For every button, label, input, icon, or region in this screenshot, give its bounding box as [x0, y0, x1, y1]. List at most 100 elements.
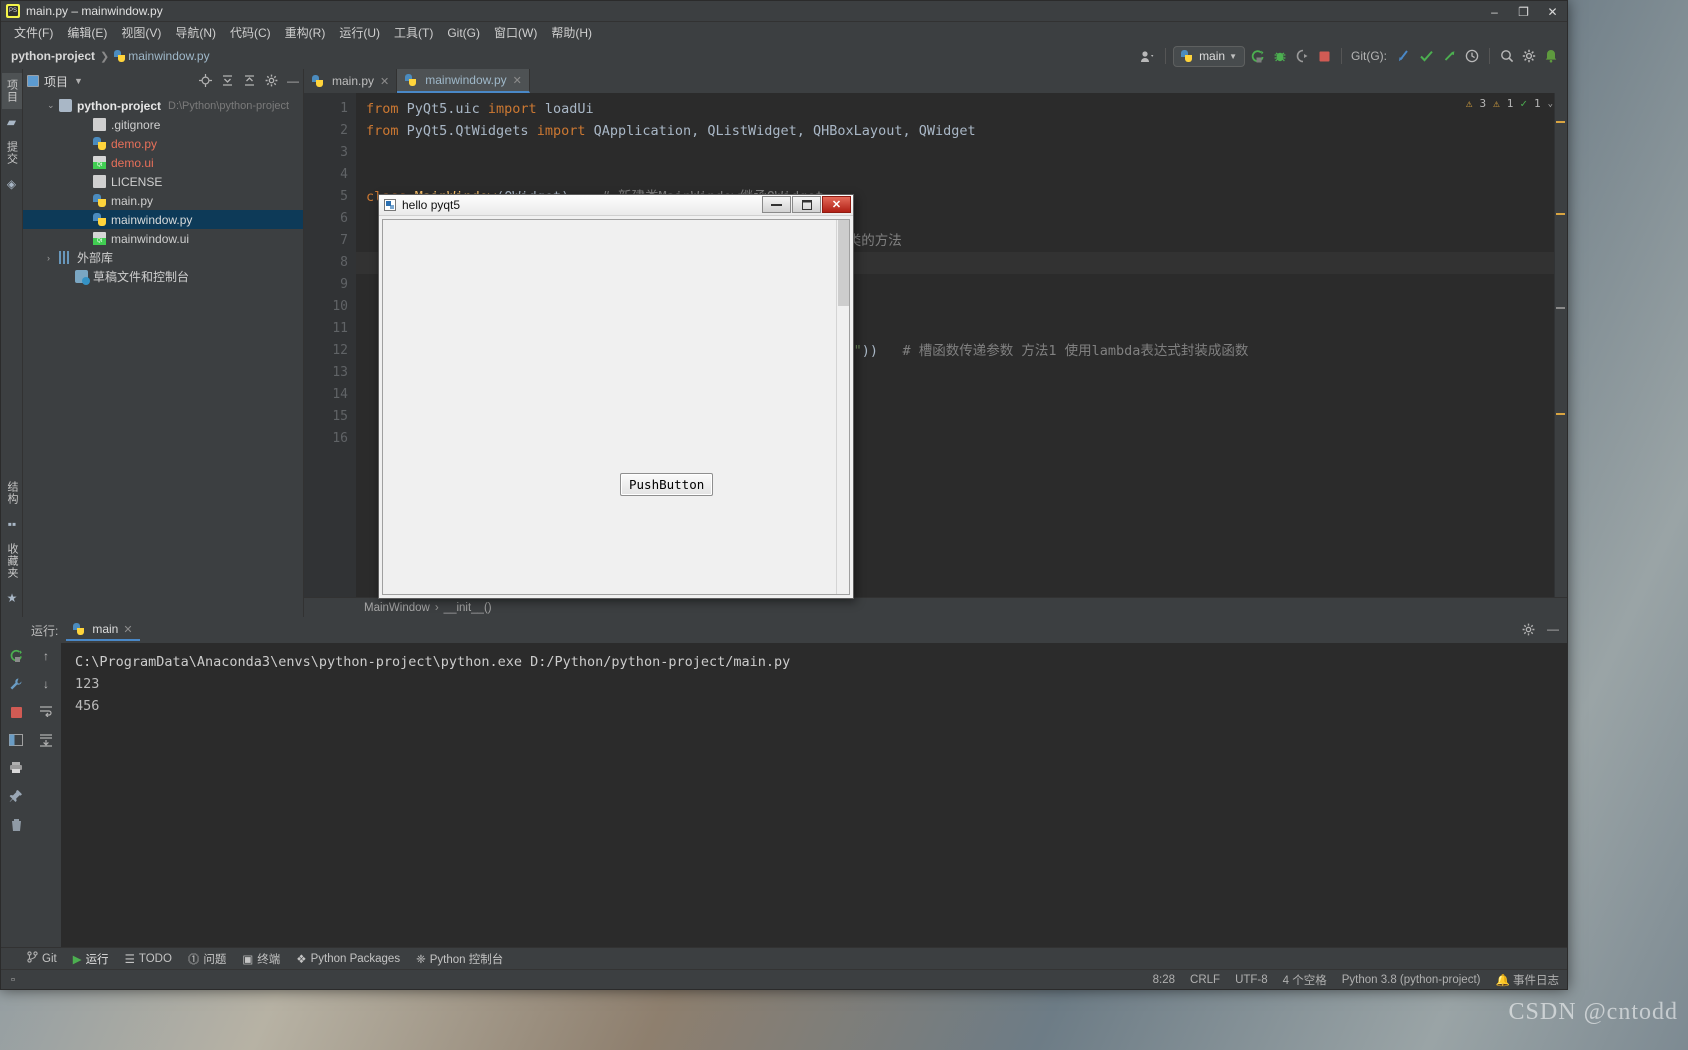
- menu-view[interactable]: 视图(V): [114, 22, 168, 43]
- grid-icon[interactable]: ▪▪: [8, 518, 17, 530]
- print-icon[interactable]: [9, 761, 23, 777]
- tool-git[interactable]: Git: [27, 951, 57, 966]
- commit-icon[interactable]: [1416, 46, 1437, 66]
- hide-panel-icon[interactable]: —: [287, 75, 299, 87]
- chevron-down-icon[interactable]: ⌄: [47, 100, 59, 111]
- menu-file[interactable]: 文件(F): [7, 22, 60, 43]
- tree-row-external-libraries[interactable]: › 外部库: [23, 248, 303, 267]
- indent-setting[interactable]: 4 个空格: [1283, 972, 1327, 988]
- python-interpreter[interactable]: Python 3.8 (python-project): [1342, 974, 1481, 986]
- push-button[interactable]: PushButton: [620, 473, 713, 496]
- locate-icon[interactable]: [199, 74, 212, 89]
- vertical-scrollbar[interactable]: [836, 220, 849, 594]
- maximize-button[interactable]: ❐: [1509, 1, 1538, 22]
- tool-terminal[interactable]: ▣ 终端: [242, 951, 280, 967]
- run-console-output[interactable]: C:\ProgramData\Anaconda3\envs\python-pro…: [61, 643, 1567, 947]
- inspection-summary[interactable]: ⚠ 3 ⚠ 1 ✓ 1 ⌄: [1466, 97, 1553, 110]
- sidebar-tab-project[interactable]: 项目: [2, 73, 22, 109]
- search-icon[interactable]: [1497, 46, 1517, 66]
- run-with-coverage-icon[interactable]: [1292, 46, 1312, 66]
- push-icon[interactable]: [1439, 46, 1460, 66]
- commit-node-icon[interactable]: ◈: [7, 178, 16, 190]
- notifications-icon[interactable]: [1541, 46, 1561, 66]
- pyqt-maximize-button[interactable]: [792, 196, 821, 213]
- tree-row-demo-ui[interactable]: demo.ui: [23, 153, 303, 172]
- gear-icon[interactable]: [265, 74, 278, 89]
- pyqt-dialog-window[interactable]: hello pyqt5 ✕ PushButton: [378, 194, 854, 599]
- list-widget[interactable]: PushButton: [383, 220, 836, 594]
- menu-run[interactable]: 运行(U): [332, 22, 387, 43]
- file-encoding[interactable]: UTF-8: [1235, 974, 1268, 986]
- chevron-down-icon[interactable]: ⌄: [1548, 99, 1553, 109]
- soft-wrap-icon[interactable]: [39, 705, 53, 720]
- breadcrumb-file[interactable]: mainwindow.py: [128, 49, 209, 63]
- breadcrumb-method[interactable]: __init__(): [444, 602, 492, 614]
- debug-icon[interactable]: [1270, 46, 1290, 66]
- gear-icon[interactable]: [1522, 623, 1535, 638]
- pin-icon[interactable]: [9, 789, 23, 806]
- hide-panel-icon[interactable]: —: [1547, 623, 1559, 638]
- folder-icon[interactable]: ▰: [7, 116, 16, 128]
- expand-all-icon[interactable]: [221, 74, 234, 89]
- pyqt-close-button[interactable]: ✕: [822, 196, 851, 213]
- sidebar-tab-structure[interactable]: 结构: [2, 475, 22, 511]
- tree-row-mainwindow-ui[interactable]: mainwindow.ui: [23, 229, 303, 248]
- tool-problems[interactable]: ⓵ 问题: [188, 951, 227, 967]
- menu-tools[interactable]: 工具(T): [387, 22, 440, 43]
- menu-refactor[interactable]: 重构(R): [278, 22, 333, 43]
- breadcrumb-project[interactable]: python-project: [11, 49, 95, 63]
- pyqt-minimize-button[interactable]: [762, 196, 791, 213]
- gear-icon[interactable]: [1519, 46, 1539, 66]
- minimize-button[interactable]: –: [1480, 1, 1509, 22]
- tool-todo[interactable]: ☰ TODO: [125, 952, 172, 966]
- tool-python-console[interactable]: ❈ Python 控制台: [416, 951, 503, 967]
- menu-window[interactable]: 窗口(W): [487, 22, 544, 43]
- tree-row-license[interactable]: LICENSE: [23, 172, 303, 191]
- tool-python-packages[interactable]: ❖ Python Packages: [296, 952, 400, 966]
- close-icon[interactable]: ✕: [123, 623, 132, 636]
- wrench-icon[interactable]: [9, 677, 23, 694]
- menu-help[interactable]: 帮助(H): [544, 22, 599, 43]
- chevron-down-icon[interactable]: ▼: [74, 76, 83, 86]
- hide-all-windows-icon[interactable]: ▫: [11, 974, 15, 986]
- scroll-to-end-icon[interactable]: [39, 734, 53, 750]
- tree-row-python-project[interactable]: ⌄ python-project D:\Python\python-projec…: [23, 96, 303, 115]
- inspection-scrollbar[interactable]: [1554, 93, 1567, 597]
- sidebar-tab-favorites[interactable]: 收藏夹: [2, 537, 22, 585]
- run-icon[interactable]: [1247, 46, 1268, 66]
- sidebar-tab-commit[interactable]: 提交: [2, 135, 22, 171]
- tree-row-demo-py[interactable]: demo.py: [23, 134, 303, 153]
- menu-navigate[interactable]: 导航(N): [168, 22, 223, 43]
- chevron-right-icon[interactable]: ›: [47, 253, 59, 263]
- history-icon[interactable]: [1462, 46, 1482, 66]
- rerun-icon[interactable]: [9, 649, 23, 665]
- scroll-down-icon[interactable]: ↓: [43, 677, 49, 691]
- collapse-all-icon[interactable]: [243, 74, 256, 89]
- stop-icon[interactable]: [1314, 46, 1334, 66]
- menu-git[interactable]: Git(G): [440, 24, 487, 42]
- scrollbar-thumb[interactable]: [838, 220, 849, 306]
- tree-row-main-py[interactable]: main.py: [23, 191, 303, 210]
- star-icon[interactable]: ★: [7, 592, 18, 604]
- menu-edit[interactable]: 编辑(E): [60, 22, 114, 43]
- tree-row-mainwindow-py[interactable]: mainwindow.py: [23, 210, 303, 229]
- trash-icon[interactable]: [10, 818, 23, 835]
- update-project-icon[interactable]: [1393, 46, 1414, 66]
- run-tab-main[interactable]: main ✕: [66, 619, 139, 641]
- tab-mainwindow-py[interactable]: mainwindow.py ✕: [397, 69, 530, 93]
- menu-code[interactable]: 代码(C): [223, 22, 278, 43]
- stop-icon[interactable]: [10, 706, 23, 722]
- run-configuration-selector[interactable]: main ▼: [1173, 46, 1245, 67]
- close-icon[interactable]: ✕: [513, 74, 522, 87]
- caret-position[interactable]: 8:28: [1153, 974, 1175, 986]
- user-icon[interactable]: [1137, 46, 1158, 66]
- line-separator[interactable]: CRLF: [1190, 974, 1220, 986]
- close-icon[interactable]: ✕: [380, 75, 389, 88]
- tool-run[interactable]: ▶ 运行: [73, 951, 109, 967]
- scroll-up-icon[interactable]: ↑: [43, 649, 49, 663]
- event-log[interactable]: 🔔 事件日志: [1495, 972, 1559, 988]
- tree-row-gitignore[interactable]: .gitignore: [23, 115, 303, 134]
- layout-icon[interactable]: [9, 734, 23, 749]
- tab-main-py[interactable]: main.py ✕: [304, 69, 397, 93]
- close-button[interactable]: ✕: [1538, 1, 1567, 22]
